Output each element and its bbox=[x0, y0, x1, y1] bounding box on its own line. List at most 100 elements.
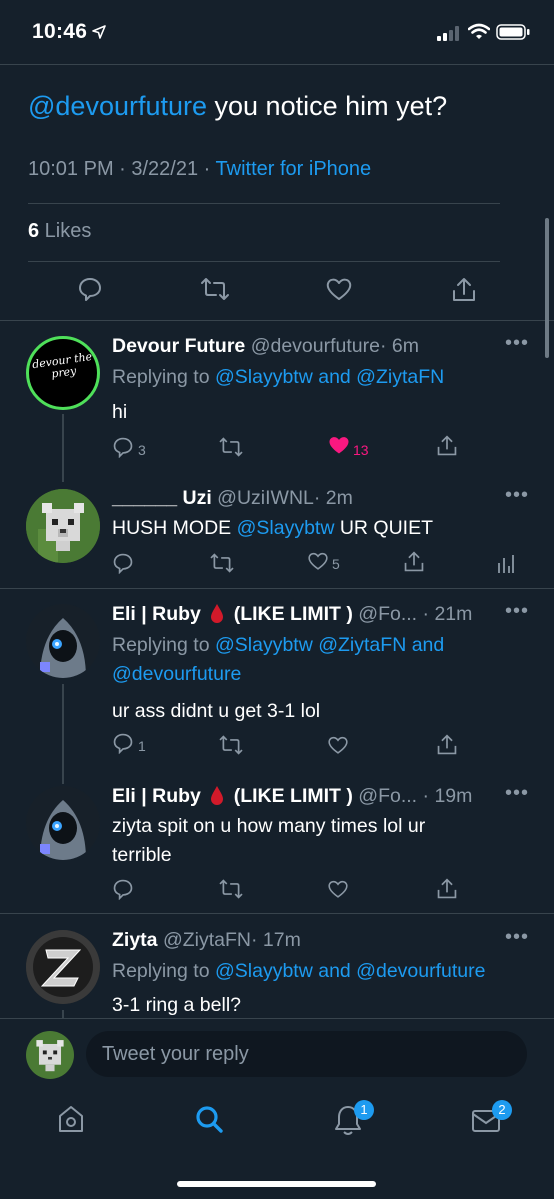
more-options-icon[interactable]: ••• bbox=[505, 600, 529, 623]
replying-to-label: Replying to bbox=[112, 634, 215, 656]
reply-header: ______ Uzi @UziIWNL· 2m bbox=[112, 487, 353, 510]
more-options-icon[interactable]: ••• bbox=[505, 484, 529, 507]
share-button[interactable] bbox=[436, 877, 458, 901]
author-name[interactable]: Devour Future bbox=[112, 335, 245, 357]
reply-time: · 2m bbox=[313, 487, 353, 509]
retweet-button[interactable] bbox=[218, 878, 244, 902]
reply-icon[interactable] bbox=[77, 276, 103, 302]
status-time: 10:46 bbox=[32, 20, 88, 43]
author-handle[interactable]: @devourfuture bbox=[251, 335, 380, 357]
home-icon[interactable] bbox=[57, 1104, 85, 1134]
notifications-badge: 1 bbox=[354, 1100, 374, 1120]
reply-header: Eli | Ruby (LIKE LIMIT ) @Fo... · 19m bbox=[112, 785, 472, 808]
reply-header: Ziyta @ZiytaFN· 17m bbox=[112, 929, 301, 952]
reply-button[interactable] bbox=[112, 878, 134, 902]
thread-line bbox=[62, 684, 64, 784]
avatar-pixel-wolf bbox=[26, 489, 100, 563]
tweet-source-link[interactable]: Twitter for iPhone bbox=[216, 158, 372, 180]
replying-to: Replying to @Slayybtw and @devourfuture bbox=[112, 957, 485, 986]
reply-button[interactable]: 1 bbox=[112, 732, 146, 756]
blood-drop-icon bbox=[211, 786, 224, 805]
author-handle[interactable]: @Fo... bbox=[358, 603, 417, 625]
reply-input-placeholder: Tweet your reply bbox=[102, 1043, 249, 1065]
like-button[interactable]: 13 bbox=[327, 434, 369, 458]
reply-mention-link[interactable]: @Slayybtw bbox=[237, 517, 335, 539]
reply-count: 1 bbox=[138, 738, 146, 754]
share-icon bbox=[437, 878, 457, 899]
like-button[interactable] bbox=[327, 878, 349, 902]
reply-time: · 17m bbox=[250, 929, 301, 951]
share-icon[interactable] bbox=[451, 276, 477, 304]
retweet-button[interactable] bbox=[209, 552, 235, 576]
like-button[interactable] bbox=[327, 734, 349, 758]
avatar[interactable] bbox=[26, 489, 100, 563]
author-name[interactable]: Eli | Ruby bbox=[112, 785, 201, 807]
likes-count-link[interactable]: 6 Likes bbox=[28, 220, 91, 243]
reply-icon bbox=[113, 733, 133, 755]
reply-count: 3 bbox=[138, 442, 146, 458]
avatar[interactable] bbox=[26, 786, 100, 860]
like-button[interactable]: 5 bbox=[307, 550, 340, 574]
share-button[interactable] bbox=[403, 550, 425, 574]
home-indicator[interactable] bbox=[177, 1181, 376, 1187]
replying-to-label: Replying to bbox=[112, 366, 215, 388]
reply-text: HUSH MODE @Slayybtw UR QUIET bbox=[112, 514, 433, 543]
avatar[interactable] bbox=[26, 930, 100, 1004]
wifi-icon bbox=[468, 23, 490, 39]
reply-composer: Tweet your reply bbox=[0, 1018, 554, 1091]
liked-heart-icon bbox=[329, 437, 349, 454]
messages-badge: 2 bbox=[492, 1100, 512, 1120]
tweet-mention-link[interactable]: @devourfuture bbox=[28, 91, 207, 121]
reply-icon bbox=[113, 437, 133, 459]
reply-text-prefix: HUSH MODE bbox=[112, 517, 237, 539]
like-icon[interactable] bbox=[325, 276, 353, 302]
reply-button[interactable] bbox=[112, 552, 134, 576]
author-name[interactable]: Ziyta bbox=[112, 929, 158, 951]
like-count: 13 bbox=[353, 442, 369, 458]
author-handle[interactable]: @UziIWNL bbox=[217, 487, 314, 509]
like-icon bbox=[308, 552, 328, 570]
author-name[interactable]: ______ Uzi bbox=[112, 487, 212, 509]
avatar-logo-text: devour the prey bbox=[31, 349, 93, 381]
avatar[interactable] bbox=[26, 604, 100, 678]
reply-input[interactable]: Tweet your reply bbox=[86, 1031, 527, 1077]
reply-text: ur ass didnt u get 3-1 lol bbox=[112, 700, 321, 722]
share-icon bbox=[437, 435, 457, 456]
replying-to: Replying to @Slayybtw @ZiytaFN and @devo… bbox=[112, 631, 444, 689]
reply-text-suffix: UR QUIET bbox=[334, 517, 434, 539]
author-handle[interactable]: @ZiytaFN bbox=[163, 929, 251, 951]
reply-text: ziyta spit on u how many times lol ur te… bbox=[112, 812, 425, 870]
replying-to-link[interactable]: @Slayybtw and @devourfuture bbox=[215, 960, 485, 982]
like-count: 5 bbox=[332, 556, 340, 572]
share-button[interactable] bbox=[436, 733, 458, 757]
retweet-icon bbox=[219, 879, 243, 899]
more-options-icon[interactable]: ••• bbox=[505, 782, 529, 805]
share-icon bbox=[404, 551, 424, 572]
more-options-icon[interactable]: ••• bbox=[505, 332, 529, 355]
scrollbar[interactable] bbox=[545, 218, 549, 358]
author-name-suffix: (LIKE LIMIT ) bbox=[228, 785, 353, 807]
search-icon[interactable] bbox=[194, 1104, 224, 1134]
avatar-pixel-wolf bbox=[26, 1031, 74, 1079]
retweet-icon bbox=[219, 735, 243, 755]
blood-drop-icon bbox=[211, 604, 224, 623]
share-button[interactable] bbox=[436, 434, 458, 458]
retweet-icon[interactable] bbox=[200, 276, 230, 302]
author-handle[interactable]: @Fo... bbox=[358, 785, 417, 807]
retweet-button[interactable] bbox=[218, 734, 244, 758]
replying-to-link[interactable]: @Slayybtw @ZiytaFN and bbox=[215, 634, 444, 656]
avatar[interactable]: devour the prey bbox=[26, 336, 100, 410]
replying-to-link[interactable]: @devourfuture bbox=[112, 663, 241, 685]
retweet-button[interactable] bbox=[218, 436, 244, 460]
tweet-meta: 10:01 PM · 3/22/21 · Twitter for iPhone bbox=[28, 158, 371, 181]
reply-button[interactable]: 3 bbox=[112, 436, 146, 460]
analytics-button[interactable] bbox=[497, 554, 515, 578]
more-options-icon[interactable]: ••• bbox=[505, 926, 529, 949]
replying-to-link[interactable]: @Slayybtw and @ZiytaFN bbox=[215, 366, 444, 388]
replying-to: Replying to @Slayybtw and @ZiytaFN bbox=[112, 363, 444, 392]
reply-icon bbox=[113, 879, 133, 901]
current-user-avatar[interactable] bbox=[26, 1031, 74, 1079]
retweet-icon bbox=[210, 553, 234, 573]
author-name[interactable]: Eli | Ruby bbox=[112, 603, 201, 625]
divider bbox=[28, 261, 500, 262]
